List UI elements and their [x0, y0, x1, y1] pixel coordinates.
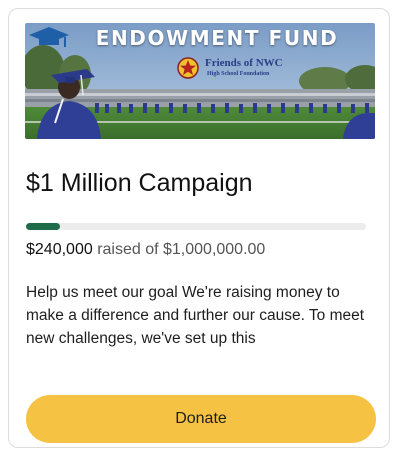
donate-button[interactable]: Donate [26, 395, 376, 443]
foundation-subtitle: High School Foundation [207, 71, 270, 77]
foundation-seal-icon [177, 57, 199, 79]
fundraising-progress-fill [26, 223, 60, 230]
raised-goal-text: raised of $1,000,000.00 [97, 241, 266, 258]
foundation-logo: Friends of NWC High School Foundation [177, 57, 317, 83]
campaign-description: Help us meet our goal We're raising mone… [26, 284, 365, 347]
campaign-banner-image: ENDOWMENT FUND Friends of NWC High Schoo… [25, 23, 375, 139]
raised-summary: $240,000 raised of $1,000,000.00 [26, 241, 265, 259]
raised-amount: $240,000 [26, 241, 93, 258]
campaign-card: ENDOWMENT FUND Friends of NWC High Schoo… [8, 8, 390, 448]
campaign-title: $1 Million Campaign [26, 169, 253, 197]
foundation-name: Friends of NWC [205, 57, 283, 69]
fundraising-progress-bar [26, 223, 366, 230]
banner-title: ENDOWMENT FUND [95, 26, 339, 50]
